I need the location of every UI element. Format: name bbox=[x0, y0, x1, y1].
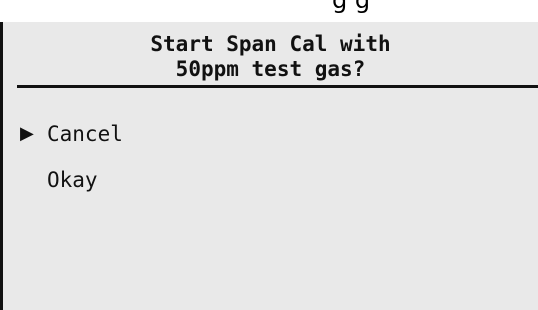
header-divider bbox=[17, 85, 538, 88]
menu-item-label: Okay bbox=[47, 168, 98, 192]
prompt-header: Start Span Cal with 50ppm test gas? bbox=[3, 22, 538, 90]
top-partial-text-strip: g g bbox=[0, 0, 538, 22]
menu-item-okay[interactable]: Okay bbox=[3, 166, 538, 212]
menu-item-cancel[interactable]: ▶ Cancel bbox=[3, 120, 538, 166]
option-menu: ▶ Cancel Okay bbox=[3, 120, 538, 212]
selection-pointer-icon: ▶ bbox=[20, 123, 34, 144]
menu-item-label: Cancel bbox=[47, 122, 123, 146]
clipped-text: g g bbox=[332, 0, 371, 14]
prompt-line-2: 50ppm test gas? bbox=[175, 57, 366, 81]
prompt-line-1: Start Span Cal with bbox=[150, 32, 391, 56]
device-screen: Start Span Cal with 50ppm test gas? ▶ Ca… bbox=[0, 22, 538, 310]
